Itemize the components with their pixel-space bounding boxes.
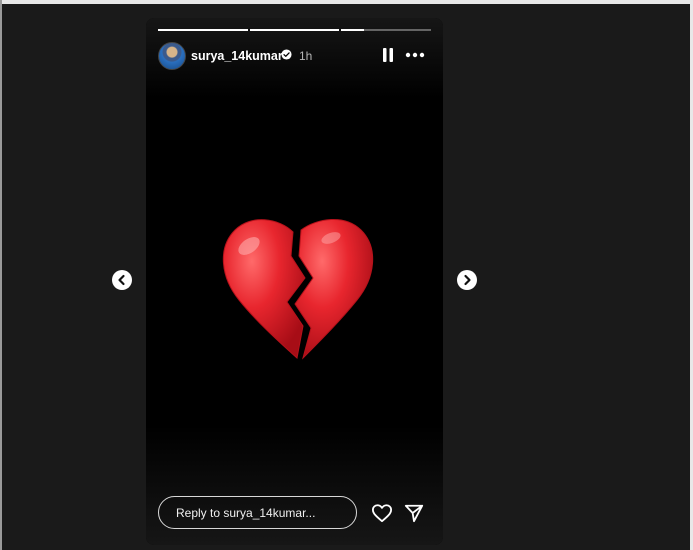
story-viewer[interactable]: surya_14kumar 1h Reply to surya_14kumar.… bbox=[146, 18, 443, 545]
progress-segment bbox=[158, 29, 248, 31]
reply-input[interactable]: Reply to surya_14kumar... bbox=[158, 496, 357, 529]
previous-story-button[interactable] bbox=[112, 270, 132, 290]
progress-fill bbox=[249, 29, 340, 31]
progress-fill bbox=[158, 29, 248, 31]
more-options-icon[interactable] bbox=[404, 47, 426, 63]
broken-heart-emoji bbox=[222, 218, 374, 360]
story-header: surya_14kumar 1h bbox=[158, 41, 431, 71]
progress-segment bbox=[341, 29, 432, 31]
window-left-edge bbox=[0, 0, 2, 550]
next-story-button[interactable] bbox=[457, 270, 477, 290]
avatar[interactable] bbox=[158, 42, 186, 70]
chevron-right-icon bbox=[464, 274, 471, 286]
post-time: 1h bbox=[299, 49, 313, 63]
window-top-edge bbox=[0, 0, 693, 4]
heart-outline-icon[interactable] bbox=[371, 503, 393, 523]
progress-fill bbox=[341, 29, 364, 31]
progress-segment bbox=[249, 29, 340, 31]
verified-badge-icon bbox=[281, 49, 292, 60]
story-progress-bar bbox=[158, 29, 432, 31]
paper-plane-icon[interactable] bbox=[404, 503, 424, 523]
chevron-left-icon bbox=[118, 274, 125, 286]
pause-icon[interactable] bbox=[381, 47, 395, 63]
username[interactable]: surya_14kumar bbox=[191, 49, 283, 63]
reply-placeholder: Reply to surya_14kumar... bbox=[176, 506, 316, 520]
